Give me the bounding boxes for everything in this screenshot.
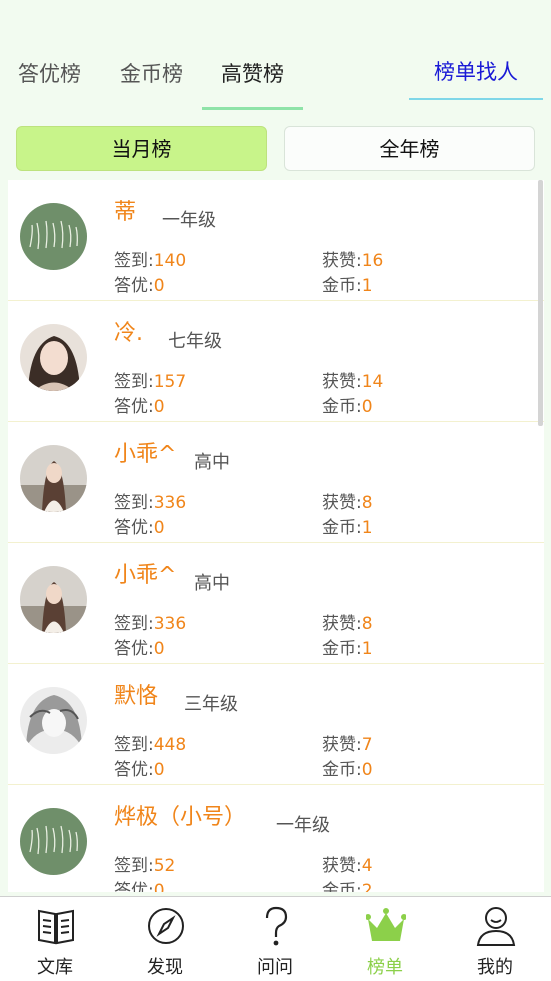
book-icon [38,909,74,945]
stat-coins: 金币:0 [322,397,373,417]
compass-icon [148,908,184,944]
girl-photo-avatar [20,566,87,633]
nav-label: 我的 [477,957,513,978]
user-name: 冷. [114,321,143,346]
bottom-nav: 文库 发现 问问 榜单 我的 [0,896,551,981]
segment-month[interactable]: 当月榜 [16,126,267,171]
tab-label: 高赞榜 [221,62,284,86]
user-grade: 七年级 [168,331,222,352]
user-name: 小乖^ [114,563,177,588]
tab-likes-rank[interactable]: 高赞榜 [202,50,303,110]
nav-ranking[interactable]: 榜单 [330,897,440,981]
active-tab-indicator [202,107,303,110]
stat-signin: 签到:336 [114,493,187,513]
grass-avatar [20,808,87,875]
stat-coins: 金币:1 [322,276,373,296]
tab-label: 榜单找人 [434,60,518,84]
tab-coin-rank[interactable]: 金币榜 [120,50,190,110]
segment-year[interactable]: 全年榜 [284,126,535,171]
stat-likes: 获赞:7 [322,735,373,755]
stat-likes: 获赞:8 [322,614,373,634]
tab-answer-rank[interactable]: 答优榜 [18,50,88,110]
person-icon [476,907,516,946]
stat-signin: 签到:52 [114,856,176,876]
tab-label: 金币榜 [120,62,183,86]
find-tab-underline [409,98,543,100]
stat-likes: 获赞:8 [322,493,373,513]
user-grade: 三年级 [184,694,238,715]
user-grade: 一年级 [276,815,330,836]
stat-coins: 金币:1 [322,518,373,538]
list-item[interactable]: 蒂 一年级 签到:140 获赞:16 答优:0 金币:1 [8,180,544,301]
user-grade: 高中 [194,452,230,473]
nav-label: 文库 [37,957,73,978]
crown-icon [366,908,406,941]
tab-find-person[interactable]: 榜单找人 [409,50,543,100]
stat-likes: 获赞:4 [322,856,373,876]
stat-answers: 答优:0 [114,518,165,538]
user-name: 小乖^ [114,442,177,467]
user-name: 默恪 [114,684,159,709]
user-grade: 高中 [194,573,230,594]
stat-answers: 答优:0 [114,397,165,417]
stat-answers: 答优:0 [114,639,165,659]
nav-discover[interactable]: 发现 [110,897,220,981]
top-tab-bar: 答优榜 金币榜 高赞榜 榜单找人 [0,50,551,110]
list-item[interactable]: 烨极（小号） 一年级 签到:52 获赞:4 答优:0 金币:2 [8,785,544,892]
nav-label: 问问 [257,957,293,978]
girl-photo-avatar [20,324,87,391]
question-icon [265,906,288,946]
stat-answers: 答优:0 [114,276,165,296]
list-item[interactable]: 小乖^ 高中 签到:336 获赞:8 答优:0 金币:1 [8,422,544,543]
anime-avatar [20,687,87,754]
list-item[interactable]: 默恪 三年级 签到:448 获赞:7 答优:0 金币:0 [8,664,544,785]
nav-label: 榜单 [367,957,403,978]
user-name: 蒂 [114,200,137,225]
stat-coins: 金币:0 [322,760,373,780]
ranking-list[interactable]: 蒂 一年级 签到:140 获赞:16 答优:0 金币:1 冷. 七年级 签到:1… [8,180,544,892]
nav-mine[interactable]: 我的 [440,897,550,981]
nav-ask[interactable]: 问问 [220,897,330,981]
stat-signin: 签到:336 [114,614,187,634]
status-bar [0,0,551,38]
user-name: 烨极（小号） [114,805,247,830]
stat-likes: 获赞:14 [322,372,384,392]
stat-signin: 签到:448 [114,735,187,755]
stat-coins: 金币:1 [322,639,373,659]
nav-library[interactable]: 文库 [0,897,110,981]
list-item[interactable]: 小乖^ 高中 签到:336 获赞:8 答优:0 金币:1 [8,543,544,664]
stat-signin: 签到:140 [114,251,187,271]
stat-answers: 答优:0 [114,881,165,892]
girl-photo-avatar [20,445,87,512]
tab-label: 答优榜 [18,62,81,86]
list-scrollbar[interactable] [538,180,543,426]
nav-label: 发现 [147,957,183,978]
stat-likes: 获赞:16 [322,251,384,271]
list-item[interactable]: 冷. 七年级 签到:157 获赞:14 答优:0 金币:0 [8,301,544,422]
grass-avatar [20,203,87,270]
user-grade: 一年级 [162,210,216,231]
stat-coins: 金币:2 [322,881,373,892]
stat-answers: 答优:0 [114,760,165,780]
stat-signin: 签到:157 [114,372,187,392]
